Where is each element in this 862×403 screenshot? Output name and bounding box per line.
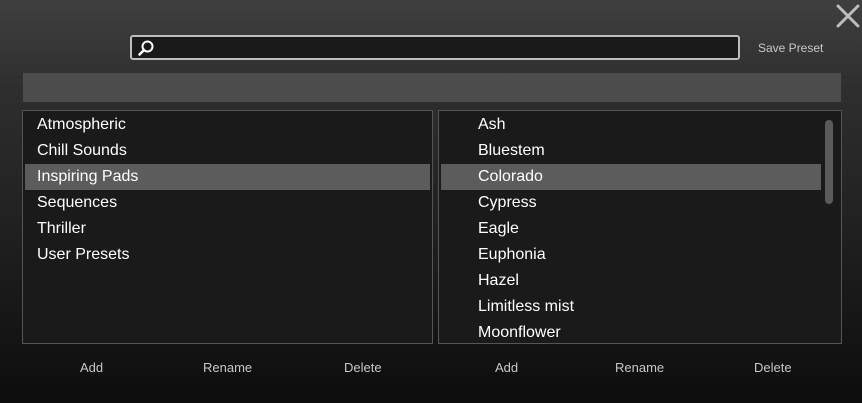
category-item[interactable]: Sequences (25, 190, 430, 216)
category-list-panel: Atmospheric Chill Sounds Inspiring Pads Seq… (22, 110, 433, 344)
preset-item[interactable]: Hazel (441, 268, 821, 294)
search-icon (138, 40, 154, 56)
category-item[interactable]: User Presets (25, 242, 430, 268)
preset-item[interactable]: Cypress (441, 190, 821, 216)
search-box[interactable] (130, 35, 740, 60)
preset-item[interactable]: Moonflower (441, 320, 821, 343)
preset-list: Ash Bluestem Colorado Cypress Eagle Euphonia H… (441, 112, 821, 343)
delete-category-button[interactable]: Delete (344, 360, 382, 375)
close-icon (836, 4, 860, 28)
delete-preset-button[interactable]: Delete (754, 360, 792, 375)
save-preset-button[interactable]: Save Preset (758, 41, 823, 55)
category-item[interactable]: Chill Sounds (25, 138, 430, 164)
category-list: Atmospheric Chill Sounds Inspiring Pads Seq… (25, 112, 430, 268)
preset-item[interactable]: Eagle (441, 216, 821, 242)
category-item[interactable]: Thriller (25, 216, 430, 242)
preset-item[interactable]: Limitless mist (441, 294, 821, 320)
close-button[interactable] (834, 2, 862, 30)
add-preset-button[interactable]: Add (495, 360, 518, 375)
scrollbar-thumb[interactable] (825, 120, 833, 204)
preset-item[interactable]: Ash (441, 112, 821, 138)
preset-item[interactable]: Bluestem (441, 138, 821, 164)
category-item[interactable]: Atmospheric (25, 112, 430, 138)
preset-item[interactable]: Colorado (441, 164, 821, 190)
rename-category-button[interactable]: Rename (203, 360, 252, 375)
category-item[interactable]: Inspiring Pads (25, 164, 430, 190)
preset-info-bar (23, 73, 841, 102)
preset-list-scrollbar[interactable] (825, 117, 833, 339)
search-input[interactable] (160, 38, 732, 57)
rename-preset-button[interactable]: Rename (615, 360, 664, 375)
preset-item[interactable]: Euphonia (441, 242, 821, 268)
add-category-button[interactable]: Add (80, 360, 103, 375)
preset-list-panel: Ash Bluestem Colorado Cypress Eagle Euphonia H… (438, 110, 842, 344)
